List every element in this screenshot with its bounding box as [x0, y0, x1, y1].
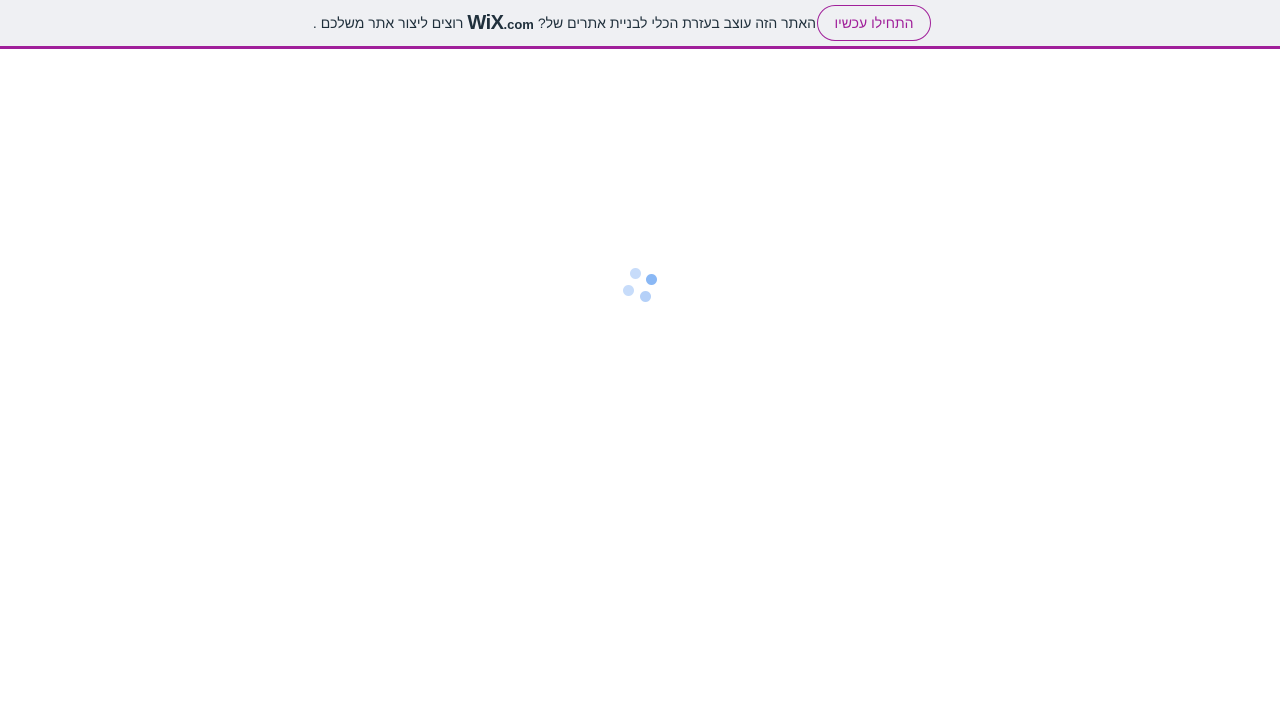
- wix-logo-tld: .com: [503, 16, 534, 32]
- spinner-dot: [623, 285, 634, 296]
- spinner-dot: [630, 268, 641, 279]
- banner-message-start: . רוצים ליצור אתר משלכם: [312, 15, 464, 31]
- spinner-dot: [640, 291, 651, 302]
- wix-promo-banner: . רוצים ליצור אתר משלכם WiX .com ?האתר ה…: [0, 0, 1280, 49]
- banner-message: . רוצים ליצור אתר משלכם WiX .com ?האתר ה…: [313, 0, 816, 46]
- start-now-button[interactable]: התחילו עכשיו: [817, 5, 931, 41]
- wix-logo-word: WiX: [467, 11, 504, 34]
- page: . רוצים ליצור אתר משלכם WiX .com ?האתר ה…: [0, 0, 1280, 720]
- loading-spinner-icon: [620, 265, 660, 305]
- banner-message-end: ?האתר הזה עוצב בעזרת הכלי לבניית אתרים ש…: [537, 15, 816, 31]
- wix-logo[interactable]: WiX .com: [467, 12, 533, 35]
- spinner-dot: [646, 274, 657, 285]
